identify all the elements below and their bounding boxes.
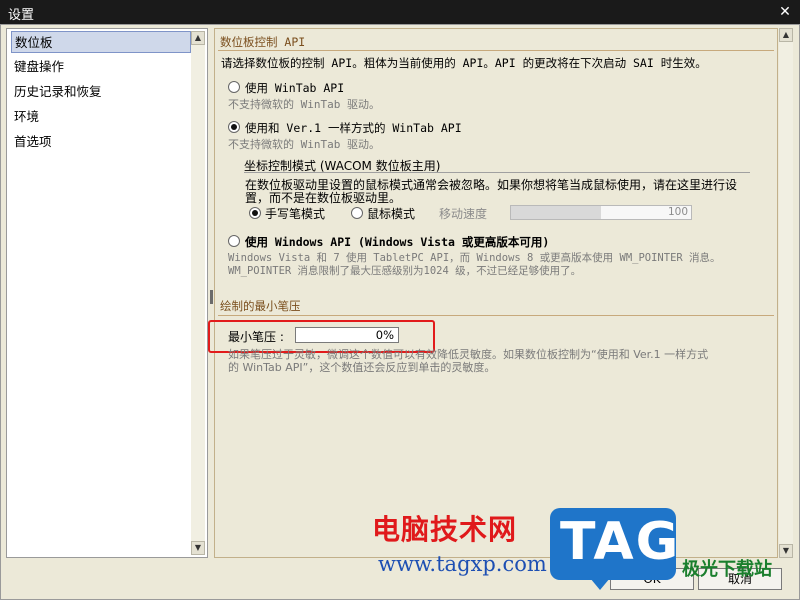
tablet-api-section-title: 数位板控制 API (220, 35, 306, 49)
pane-splitter-handle[interactable] (210, 290, 213, 304)
scroll-up-icon[interactable]: ▲ (779, 28, 793, 42)
sidebar-item-preferences[interactable]: 首选项 (11, 131, 191, 153)
sidebar-scrollbar[interactable]: ▲ ▼ (191, 31, 205, 555)
sidebar-item-history[interactable]: 历史记录和恢复 (11, 81, 191, 103)
sidebar-item-tablet[interactable]: 数位板 (11, 31, 191, 53)
watermark-url: www.tagxp.com (378, 552, 547, 576)
settings-category-list: 数位板 键盘操作 历史记录和恢复 环境 首选项 ▲ ▼ (6, 28, 208, 558)
watermark-text: 电脑技术网 (372, 513, 518, 546)
windows-api-option-label[interactable]: 使用 Windows API (Windows Vista 或更高版本可用) (245, 234, 549, 250)
title-bar: 设置 ✕ (0, 0, 800, 24)
wintab-v1-radio[interactable] (228, 121, 240, 133)
close-icon[interactable]: ✕ (776, 3, 794, 21)
windows-api-hint-2: WM_POINTER 消息限制了最大压感级别为1024 级，不过已经足够使用了。 (228, 265, 582, 277)
settings-scrollbar[interactable]: ▲ ▼ (779, 28, 793, 558)
wintab-v1-option-label[interactable]: 使用和 Ver.1 一样方式的 WinTab API (245, 120, 462, 136)
tablet-api-description: 请选择数位板的控制 API。粗体为当前使用的 API。API 的更改将在下次启动… (221, 56, 707, 70)
watermark-logo: TAG (550, 508, 678, 590)
watermark-site-name: 极光下载站 (682, 559, 772, 580)
min-pressure-hint-2: 的 WinTab API”，这个数值还会反应到单击的灵敏度。 (228, 361, 496, 374)
wintab-option-label[interactable]: 使用 WinTab API (245, 80, 344, 96)
section-divider (218, 315, 774, 316)
coord-mode-description-2: 置，而不是在数位板驱动里。 (245, 191, 402, 205)
speed-label: 移动速度 (439, 207, 488, 221)
sidebar-item-environment[interactable]: 环境 (11, 106, 191, 128)
scroll-up-icon[interactable]: ▲ (191, 31, 205, 45)
wintab-hint: 不支持微软的 WinTab 驱动。 (228, 98, 380, 111)
pen-mode-radio[interactable] (249, 207, 261, 219)
window-title: 设置 (8, 8, 35, 23)
mouse-mode-radio[interactable] (351, 207, 363, 219)
speed-slider[interactable]: 100 (510, 205, 692, 220)
section-divider (218, 50, 774, 51)
wintab-radio[interactable] (228, 81, 240, 93)
wintab-v1-hint: 不支持微软的 WinTab 驱动。 (228, 138, 380, 151)
speed-value: 100 (667, 206, 688, 218)
speed-slider-fill (511, 206, 601, 219)
mouse-mode-label[interactable]: 鼠标模式 (367, 205, 415, 222)
min-pressure-section-title: 绘制的最小笔压 (220, 299, 301, 313)
windows-api-radio[interactable] (228, 235, 240, 247)
scroll-down-icon[interactable]: ▼ (779, 544, 793, 558)
watermark-logo-text: TAG (560, 512, 681, 572)
scroll-down-icon[interactable]: ▼ (191, 541, 205, 555)
coord-mode-divider (244, 172, 750, 173)
sidebar-item-keyboard[interactable]: 键盘操作 (11, 56, 191, 78)
pen-mode-label[interactable]: 手写笔模式 (265, 205, 325, 222)
